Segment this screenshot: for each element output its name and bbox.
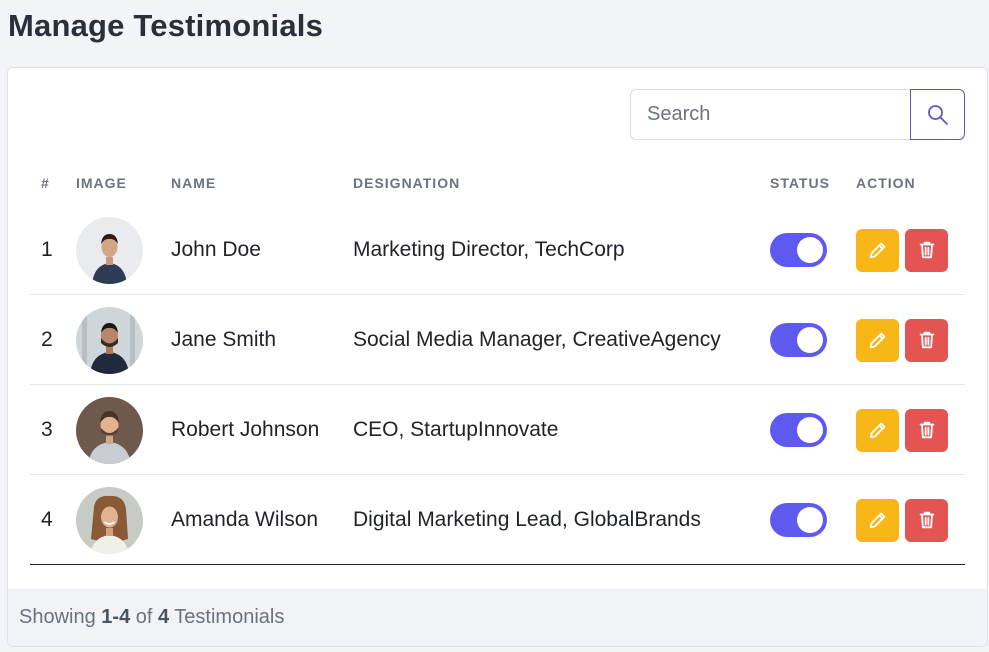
summary-suffix: Testimonials (169, 606, 285, 628)
avatar (76, 486, 143, 554)
search-button[interactable] (910, 89, 965, 140)
toggle-knob (797, 327, 823, 353)
search-bar (630, 89, 965, 140)
testimonial-name: Robert Johnson (171, 418, 320, 441)
toggle-knob (797, 237, 823, 263)
column-header-designation: DESIGNATION (353, 175, 461, 191)
testimonial-name: John Doe (171, 238, 261, 261)
edit-button[interactable] (856, 498, 899, 542)
column-header-image: IMAGE (76, 175, 127, 191)
toggle-knob (797, 507, 823, 533)
delete-button[interactable] (905, 408, 948, 452)
trash-icon (919, 241, 934, 259)
testimonial-designation: Marketing Director, TechCorp (353, 238, 625, 261)
pencil-icon (869, 332, 885, 349)
row-number: 1 (41, 238, 53, 261)
table-row: 2 Jane Smith Social Media Manager, Creat… (30, 295, 965, 385)
testimonial-name: Amanda Wilson (171, 508, 319, 531)
pencil-icon (869, 242, 885, 259)
pencil-icon (869, 422, 885, 439)
testimonial-designation: Social Media Manager, CreativeAgency (353, 328, 721, 351)
column-header-name: NAME (171, 175, 217, 191)
edit-button[interactable] (856, 228, 899, 272)
toggle-knob (797, 417, 823, 443)
table-row: 3 Robert Johnson CEO, StartupInnovate (30, 385, 965, 475)
table-row: 4 Amanda Wilson Digital Marketing Lead, … (30, 475, 965, 565)
column-header-action: ACTION (856, 175, 916, 191)
row-number: 3 (41, 418, 53, 441)
status-toggle[interactable] (770, 503, 827, 537)
edit-button[interactable] (856, 408, 899, 452)
summary-of: of (130, 606, 158, 628)
column-header-number: # (41, 175, 50, 191)
page-title: Manage Testimonials (8, 8, 324, 43)
delete-button[interactable] (905, 228, 948, 272)
summary-range: 1-4 (101, 606, 131, 628)
testimonials-card: # IMAGE NAME DESIGNATION STATUS ACTION 1… (7, 67, 988, 647)
status-toggle[interactable] (770, 413, 827, 447)
row-number: 2 (41, 328, 53, 351)
trash-icon (919, 421, 934, 439)
avatar (76, 216, 143, 284)
pagination-summary: Showing 1-4 of 4 Testimonials (8, 589, 987, 646)
column-header-status: STATUS (770, 175, 830, 191)
pencil-icon (869, 512, 885, 529)
search-icon (927, 104, 948, 125)
summary-total: 4 (157, 606, 170, 628)
delete-button[interactable] (905, 318, 948, 362)
avatar (76, 396, 143, 464)
testimonial-designation: Digital Marketing Lead, GlobalBrands (353, 508, 701, 531)
testimonial-name: Jane Smith (171, 328, 277, 351)
search-input[interactable] (630, 89, 910, 140)
table-row: 1 John Doe Marketing Director, TechCorp (30, 205, 965, 295)
trash-icon (919, 511, 934, 529)
trash-icon (919, 331, 934, 349)
summary-prefix: Showing (19, 606, 102, 628)
delete-button[interactable] (905, 498, 948, 542)
row-number: 4 (41, 508, 53, 531)
status-toggle[interactable] (770, 323, 827, 357)
status-toggle[interactable] (770, 233, 827, 267)
avatar (76, 306, 143, 374)
edit-button[interactable] (856, 318, 899, 362)
testimonial-designation: CEO, StartupInnovate (353, 418, 559, 441)
